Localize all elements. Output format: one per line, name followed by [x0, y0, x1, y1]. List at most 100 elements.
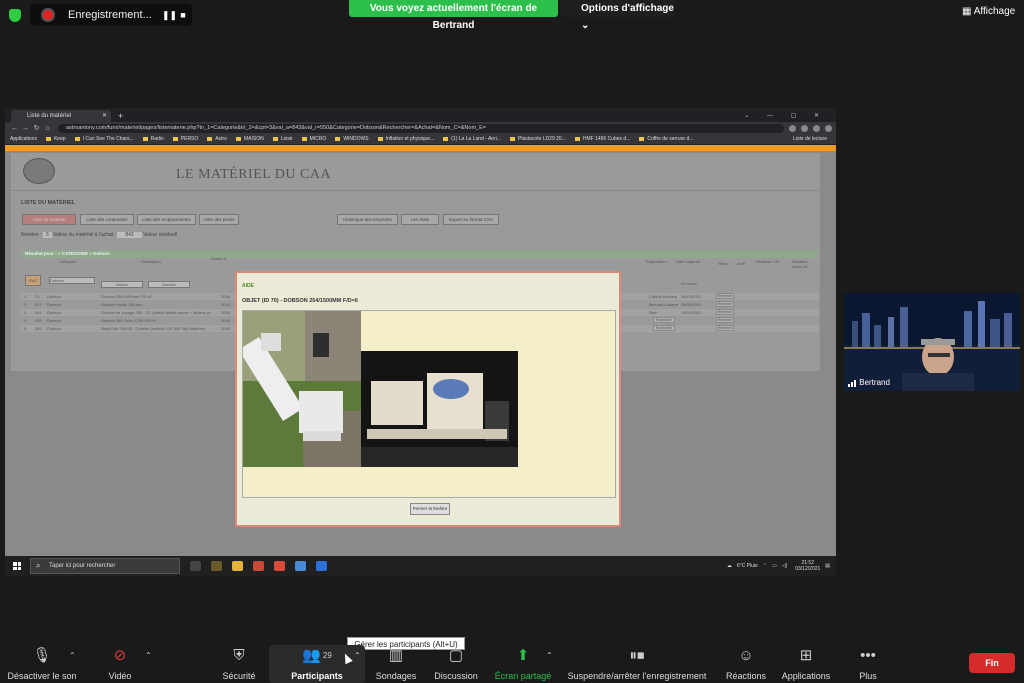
address-bar[interactable]: astroantony.com/furni/materiel/pages/lis…: [58, 123, 784, 133]
app-icon[interactable]: [211, 561, 222, 571]
recording-indicator: Enregistrement... ❚❚ ■: [30, 4, 192, 26]
pdf-icon[interactable]: [274, 561, 285, 571]
col-annee[interactable]: Année d: [211, 256, 226, 261]
reserver-button[interactable]: Réserver: [716, 325, 734, 331]
end-meeting-button[interactable]: Fin: [969, 653, 1015, 673]
orange-strip: [5, 145, 836, 151]
bookmark[interactable]: PERSO: [172, 136, 198, 142]
window-controls[interactable]: ⌄ — ▢ ✕: [744, 110, 836, 122]
col-date-emprunt[interactable]: Date emprunt: [676, 259, 700, 264]
raz-button[interactable]: RAZ: [25, 275, 41, 286]
materiel-list-button[interactable]: Liste du matériel: [22, 214, 76, 225]
annuler-button[interactable]: Annuler: [148, 281, 190, 288]
video-button[interactable]: ⊘ Vidéo: [100, 645, 140, 683]
star-icon[interactable]: [813, 124, 820, 132]
emprunter-button[interactable]: Emprunter: [653, 325, 675, 331]
col-description[interactable]: Description: [141, 259, 161, 264]
valider-button[interactable]: Valider: [101, 281, 143, 288]
export-csv-button[interactable]: Export au format CSV: [443, 214, 499, 225]
loans-history-button[interactable]: Historique des emprunts: [337, 214, 398, 225]
security-button[interactable]: ⛨ Sécurité: [218, 645, 260, 683]
share-options-chevron-icon[interactable]: ⌃: [546, 651, 553, 660]
containers-list-button[interactable]: Liste des contenants: [80, 214, 134, 225]
category-filter-select[interactable]: Dobson: [49, 277, 95, 284]
extension-icon[interactable]: [789, 124, 796, 132]
reading-list[interactable]: Liste de lecture: [793, 136, 827, 142]
chrome-icon[interactable]: [295, 561, 306, 571]
bookmark[interactable]: MAISON: [235, 136, 264, 142]
bookmark[interactable]: (1) La La Land - Aeri...: [443, 136, 501, 142]
nombre-value: 5: [42, 232, 52, 238]
video-options-chevron-icon[interactable]: ⌃: [145, 651, 152, 660]
emprunter-button[interactable]: Emprunter: [653, 317, 675, 323]
club-logo: [23, 158, 55, 184]
zoom-app-icon[interactable]: [316, 561, 327, 571]
states-button[interactable]: Les états: [401, 214, 439, 225]
reserver-button[interactable]: Réserver: [716, 301, 734, 307]
display-button[interactable]: ▦ Affichage: [962, 6, 1015, 17]
bookmark[interactable]: Radio: [142, 136, 164, 142]
view-options-button[interactable]: Options d'affichage ⌄: [560, 0, 674, 31]
stop-recording-icon[interactable]: ■: [178, 10, 188, 20]
forward-icon[interactable]: →: [20, 125, 31, 132]
app-icon[interactable]: [253, 561, 264, 571]
locations-list-button[interactable]: Liste des emplacements: [137, 214, 196, 225]
clock[interactable]: 21:52 03/12/2021: [795, 560, 820, 572]
bookmark[interactable]: Plastacote LD29 20...: [510, 136, 566, 142]
security-shield-icon[interactable]: [9, 9, 21, 22]
tray-chevron-icon[interactable]: ⌃: [763, 563, 767, 569]
network-icon[interactable]: ▭: [772, 563, 777, 569]
chat-icon: ▢: [448, 647, 464, 664]
close-window-button[interactable]: Fermer la fenêtre: [410, 503, 450, 515]
reactions-button[interactable]: ☺ Réactions: [722, 645, 770, 683]
volume-icon[interactable]: ◁): [782, 563, 788, 569]
reserver-button[interactable]: Réserver: [716, 317, 734, 323]
reserver-button[interactable]: Réserver: [716, 309, 734, 315]
windows-start-icon[interactable]: [13, 562, 21, 570]
audio-options-chevron-icon[interactable]: ⌃: [69, 651, 76, 660]
extension-icon[interactable]: [801, 124, 808, 132]
grid-icon: ▦: [962, 6, 972, 17]
close-tab-icon[interactable]: ✕: [102, 110, 107, 122]
folder-icon: [301, 136, 307, 141]
home-icon[interactable]: ⌂: [42, 125, 53, 132]
share-banner: Vous voyez actuellement l'écran de Bertr…: [349, 0, 558, 31]
bookmark[interactable]: Coffre de serrure d...: [639, 136, 693, 142]
bookmark[interactable]: MICRO: [301, 136, 326, 142]
participants-count: 29: [322, 651, 332, 660]
residuel-label: Valeur résiduell: [143, 232, 178, 238]
apps-button[interactable]: ⊞ Applications: [778, 645, 834, 683]
bookmark[interactable]: Astro: [207, 136, 227, 142]
bookmark[interactable]: Loisir: [272, 136, 293, 142]
packs-list-button[interactable]: Liste des packs: [199, 214, 239, 225]
notifications-icon[interactable]: ▤: [825, 563, 830, 569]
reserver-button[interactable]: Réserver: [716, 293, 734, 299]
participant-video-tile[interactable]: Bertrand: [844, 293, 1020, 391]
browser-tab[interactable]: Liste du matériel ✕: [11, 110, 111, 122]
bookmark[interactable]: Keep: [45, 136, 66, 142]
back-icon[interactable]: ←: [9, 125, 20, 132]
participants-options-chevron-icon[interactable]: ⌃: [354, 651, 361, 660]
col-emprunteur[interactable]: Emprunteur: [646, 259, 667, 264]
file-explorer-icon[interactable]: [232, 561, 243, 571]
bookmark[interactable]: Applications: [10, 136, 37, 142]
avatar[interactable]: [825, 124, 832, 132]
taskbar-search-input[interactable]: Taper ici pour rechercher: [30, 558, 180, 574]
pause-recording-icon[interactable]: ❚❚: [162, 10, 177, 20]
polls-button[interactable]: ▥ Sondages: [372, 645, 420, 683]
participants-button[interactable]: 👥 29 Participants: [269, 645, 365, 683]
more-button[interactable]: ••• Plus: [850, 645, 886, 683]
weather-label[interactable]: 6°C Pluie: [737, 563, 758, 569]
pause-stop-recording-button[interactable]: ⏸⏹ Suspendre/arrêter l'enregistrement: [562, 645, 712, 683]
col-categorie[interactable]: Catégorie: [59, 259, 76, 264]
clock-date: 03/12/2021: [795, 566, 821, 572]
bookmark[interactable]: Inflation et physique...: [377, 136, 434, 142]
video-label: Vidéo: [108, 671, 132, 681]
bookmark[interactable]: HMF 1456 Cubes d...: [574, 136, 630, 142]
chat-button[interactable]: ▢ Discussion: [432, 645, 480, 683]
bookmark[interactable]: I Can See The Chars...: [74, 136, 134, 142]
task-view-icon[interactable]: [190, 561, 201, 571]
reload-icon[interactable]: ↻: [31, 124, 42, 132]
bookmark[interactable]: WINDOWS: [335, 136, 369, 142]
new-tab-icon[interactable]: +: [118, 110, 123, 122]
